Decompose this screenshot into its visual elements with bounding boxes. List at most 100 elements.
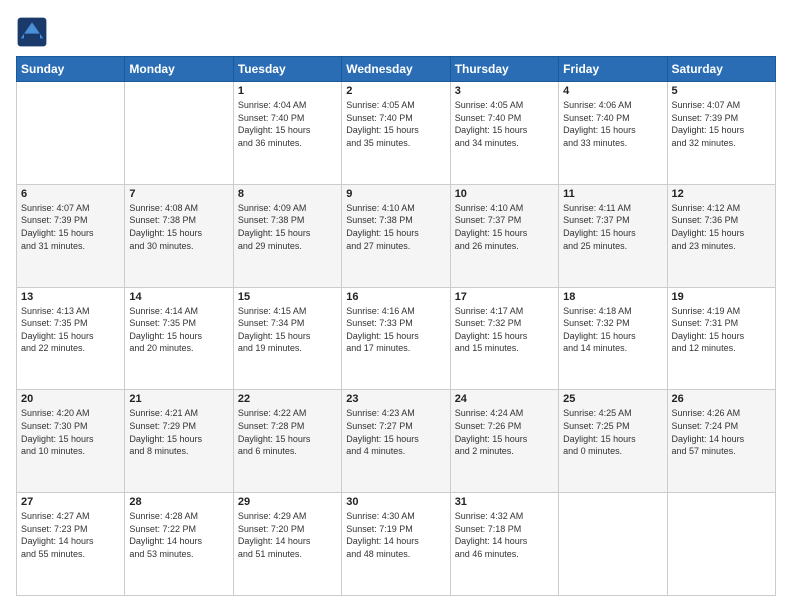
weekday-header-friday: Friday bbox=[559, 57, 667, 82]
calendar-cell bbox=[667, 493, 775, 596]
weekday-header-wednesday: Wednesday bbox=[342, 57, 450, 82]
calendar-cell: 4 Sunrise: 4:06 AMSunset: 7:40 PMDaylight… bbox=[559, 82, 667, 185]
day-number: 25 bbox=[563, 393, 662, 405]
calendar-cell: 9 Sunrise: 4:10 AMSunset: 7:38 PMDaylight… bbox=[342, 184, 450, 287]
calendar-cell: 17 Sunrise: 4:17 AMSunset: 7:32 PMDayligh… bbox=[450, 287, 558, 390]
calendar-cell: 16Sunrise: 4:16 AMSunset: 7:33 PMDayligh… bbox=[342, 287, 450, 390]
calendar-cell: 1 Sunrise: 4:04 AMSunset: 7:40 PMDaylight… bbox=[233, 82, 341, 185]
day-info: Sunrise: 4:04 AMSunset: 7:40 PMDaylight:… bbox=[238, 99, 337, 149]
day-info: Sunrise: 4:26 AMSunset: 7:24 PMDaylight:… bbox=[672, 407, 771, 457]
header bbox=[16, 16, 776, 48]
day-info: Sunrise: 4:19 AMSunset: 7:31 PMDaylight:… bbox=[672, 305, 771, 355]
day-number: 2 bbox=[346, 85, 445, 97]
day-number: 20 bbox=[21, 393, 120, 405]
day-info: Sunrise: 4:28 AMSunset: 7:22 PMDaylight:… bbox=[129, 510, 228, 560]
weekday-header-monday: Monday bbox=[125, 57, 233, 82]
day-number: 27 bbox=[21, 496, 120, 508]
day-info: Sunrise: 4:08 AMSunset: 7:38 PMDaylight:… bbox=[129, 202, 228, 252]
day-number: 18 bbox=[563, 291, 662, 303]
calendar-week-row: 20 Sunrise: 4:20 AMSunset: 7:30 PMDayligh… bbox=[17, 390, 776, 493]
day-info: Sunrise: 4:05 AMSunset: 7:40 PMDaylight:… bbox=[455, 99, 554, 149]
calendar-cell: 28 Sunrise: 4:28 AMSunset: 7:22 PMDayligh… bbox=[125, 493, 233, 596]
calendar-cell bbox=[17, 82, 125, 185]
day-info: Sunrise: 4:18 AMSunset: 7:32 PMDaylight:… bbox=[563, 305, 662, 355]
day-info: Sunrise: 4:10 AMSunset: 7:37 PMDaylight:… bbox=[455, 202, 554, 252]
day-info: Sunrise: 4:11 AMSunset: 7:37 PMDaylight:… bbox=[563, 202, 662, 252]
calendar-cell: 3 Sunrise: 4:05 AMSunset: 7:40 PMDaylight… bbox=[450, 82, 558, 185]
day-info: Sunrise: 4:06 AMSunset: 7:40 PMDaylight:… bbox=[563, 99, 662, 149]
day-number: 19 bbox=[672, 291, 771, 303]
day-info: Sunrise: 4:21 AMSunset: 7:29 PMDaylight:… bbox=[129, 407, 228, 457]
day-info: Sunrise: 4:20 AMSunset: 7:30 PMDaylight:… bbox=[21, 407, 120, 457]
day-number: 1 bbox=[238, 85, 337, 97]
calendar-cell: 31 Sunrise: 4:32 AMSunset: 7:18 PMDayligh… bbox=[450, 493, 558, 596]
day-number: 6 bbox=[21, 188, 120, 200]
calendar-cell: 8Sunrise: 4:09 AMSunset: 7:38 PMDaylight… bbox=[233, 184, 341, 287]
day-number: 17 bbox=[455, 291, 554, 303]
day-number: 28 bbox=[129, 496, 228, 508]
calendar-cell: 29 Sunrise: 4:29 AMSunset: 7:20 PMDayligh… bbox=[233, 493, 341, 596]
calendar-cell bbox=[125, 82, 233, 185]
day-number: 13 bbox=[21, 291, 120, 303]
calendar-cell: 30 Sunrise: 4:30 AMSunset: 7:19 PMDayligh… bbox=[342, 493, 450, 596]
logo bbox=[16, 16, 52, 48]
calendar-cell bbox=[559, 493, 667, 596]
day-number: 23 bbox=[346, 393, 445, 405]
day-number: 21 bbox=[129, 393, 228, 405]
day-number: 4 bbox=[563, 85, 662, 97]
calendar-cell: 19 Sunrise: 4:19 AMSunset: 7:31 PMDayligh… bbox=[667, 287, 775, 390]
day-info: Sunrise: 4:07 AMSunset: 7:39 PMDaylight:… bbox=[21, 202, 120, 252]
day-number: 22 bbox=[238, 393, 337, 405]
calendar-cell: 10 Sunrise: 4:10 AMSunset: 7:37 PMDayligh… bbox=[450, 184, 558, 287]
day-number: 14 bbox=[129, 291, 228, 303]
weekday-header-tuesday: Tuesday bbox=[233, 57, 341, 82]
day-info: Sunrise: 4:27 AMSunset: 7:23 PMDaylight:… bbox=[21, 510, 120, 560]
calendar-cell: 5Sunrise: 4:07 AMSunset: 7:39 PMDaylight… bbox=[667, 82, 775, 185]
calendar-week-row: 6 Sunrise: 4:07 AMSunset: 7:39 PMDaylight… bbox=[17, 184, 776, 287]
calendar-cell: 14 Sunrise: 4:14 AMSunset: 7:35 PMDayligh… bbox=[125, 287, 233, 390]
day-info: Sunrise: 4:22 AMSunset: 7:28 PMDaylight:… bbox=[238, 407, 337, 457]
day-number: 31 bbox=[455, 496, 554, 508]
day-number: 30 bbox=[346, 496, 445, 508]
day-number: 15 bbox=[238, 291, 337, 303]
calendar-cell: 11Sunrise: 4:11 AMSunset: 7:37 PMDayligh… bbox=[559, 184, 667, 287]
day-info: Sunrise: 4:17 AMSunset: 7:32 PMDaylight:… bbox=[455, 305, 554, 355]
day-info: Sunrise: 4:23 AMSunset: 7:27 PMDaylight:… bbox=[346, 407, 445, 457]
day-info: Sunrise: 4:14 AMSunset: 7:35 PMDaylight:… bbox=[129, 305, 228, 355]
day-number: 24 bbox=[455, 393, 554, 405]
day-info: Sunrise: 4:16 AMSunset: 7:33 PMDaylight:… bbox=[346, 305, 445, 355]
calendar-cell: 2 Sunrise: 4:05 AMSunset: 7:40 PMDaylight… bbox=[342, 82, 450, 185]
calendar-cell: 24 Sunrise: 4:24 AMSunset: 7:26 PMDayligh… bbox=[450, 390, 558, 493]
calendar-cell: 27 Sunrise: 4:27 AMSunset: 7:23 PMDayligh… bbox=[17, 493, 125, 596]
calendar-cell: 6 Sunrise: 4:07 AMSunset: 7:39 PMDaylight… bbox=[17, 184, 125, 287]
day-info: Sunrise: 4:05 AMSunset: 7:40 PMDaylight:… bbox=[346, 99, 445, 149]
day-number: 7 bbox=[129, 188, 228, 200]
day-number: 10 bbox=[455, 188, 554, 200]
day-info: Sunrise: 4:30 AMSunset: 7:19 PMDaylight:… bbox=[346, 510, 445, 560]
weekday-header-sunday: Sunday bbox=[17, 57, 125, 82]
day-info: Sunrise: 4:13 AMSunset: 7:35 PMDaylight:… bbox=[21, 305, 120, 355]
day-info: Sunrise: 4:07 AMSunset: 7:39 PMDaylight:… bbox=[672, 99, 771, 149]
calendar-cell: 13 Sunrise: 4:13 AMSunset: 7:35 PMDayligh… bbox=[17, 287, 125, 390]
calendar-cell: 21 Sunrise: 4:21 AMSunset: 7:29 PMDayligh… bbox=[125, 390, 233, 493]
day-number: 9 bbox=[346, 188, 445, 200]
calendar-week-row: 27 Sunrise: 4:27 AMSunset: 7:23 PMDayligh… bbox=[17, 493, 776, 596]
calendar-week-row: 13 Sunrise: 4:13 AMSunset: 7:35 PMDayligh… bbox=[17, 287, 776, 390]
weekday-header-row: SundayMondayTuesdayWednesdayThursdayFrid… bbox=[17, 57, 776, 82]
day-info: Sunrise: 4:32 AMSunset: 7:18 PMDaylight:… bbox=[455, 510, 554, 560]
calendar-week-row: 1 Sunrise: 4:04 AMSunset: 7:40 PMDaylight… bbox=[17, 82, 776, 185]
day-info: Sunrise: 4:24 AMSunset: 7:26 PMDaylight:… bbox=[455, 407, 554, 457]
day-info: Sunrise: 4:10 AMSunset: 7:38 PMDaylight:… bbox=[346, 202, 445, 252]
day-number: 29 bbox=[238, 496, 337, 508]
day-number: 3 bbox=[455, 85, 554, 97]
weekday-header-thursday: Thursday bbox=[450, 57, 558, 82]
calendar-cell: 26Sunrise: 4:26 AMSunset: 7:24 PMDayligh… bbox=[667, 390, 775, 493]
weekday-header-saturday: Saturday bbox=[667, 57, 775, 82]
calendar-cell: 7 Sunrise: 4:08 AMSunset: 7:38 PMDaylight… bbox=[125, 184, 233, 287]
day-info: Sunrise: 4:29 AMSunset: 7:20 PMDaylight:… bbox=[238, 510, 337, 560]
logo-icon bbox=[16, 16, 48, 48]
calendar-table: SundayMondayTuesdayWednesdayThursdayFrid… bbox=[16, 56, 776, 596]
calendar-cell: 20 Sunrise: 4:20 AMSunset: 7:30 PMDayligh… bbox=[17, 390, 125, 493]
day-info: Sunrise: 4:09 AMSunset: 7:38 PMDaylight:… bbox=[238, 202, 337, 252]
calendar-cell: 22 Sunrise: 4:22 AMSunset: 7:28 PMDayligh… bbox=[233, 390, 341, 493]
